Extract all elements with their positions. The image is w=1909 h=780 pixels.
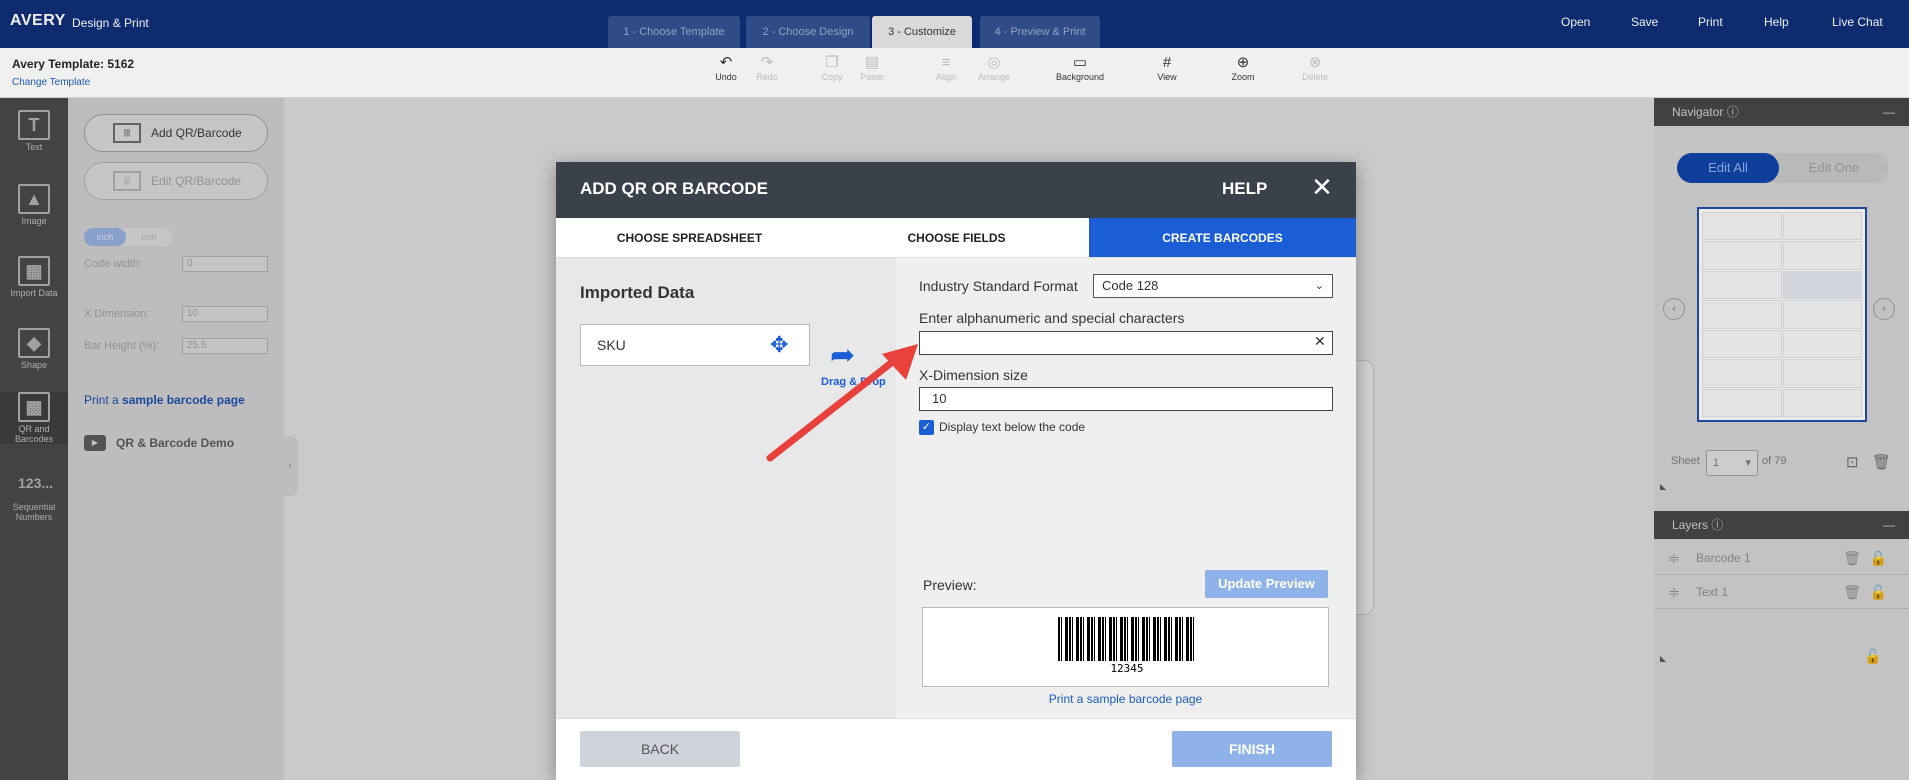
modal-help-link[interactable]: HELP [1222, 179, 1267, 199]
chevron-down-icon: ⌄ [1314, 280, 1324, 292]
preview-label: Preview: [923, 577, 977, 593]
tab-choose-spreadsheet[interactable]: CHOOSE SPREADSHEET [556, 218, 823, 258]
format-select[interactable]: Code 128 ⌄ [1093, 274, 1333, 298]
barcode-image [1058, 617, 1195, 661]
alphanumeric-label: Enter alphanumeric and special character… [919, 310, 1185, 326]
print-sample-link[interactable]: Print a sample barcode page [922, 692, 1329, 706]
close-icon[interactable]: ✕ [1308, 172, 1336, 202]
xdim-size-label: X-Dimension size [919, 367, 1028, 383]
modal-title: ADD QR OR BARCODE [580, 179, 768, 198]
barcode-text: 12345 [1110, 662, 1144, 675]
format-label: Industry Standard Format [919, 278, 1078, 294]
tab-create-barcodes[interactable]: CREATE BARCODES [1089, 218, 1356, 258]
back-button[interactable]: BACK [580, 731, 740, 767]
xdim-size-input[interactable]: 10 [919, 387, 1333, 411]
format-value: Code 128 [1102, 278, 1159, 293]
barcode-data-input[interactable] [919, 331, 1333, 355]
annotation-arrow-icon [766, 344, 918, 462]
update-preview-button[interactable]: Update Preview [1205, 570, 1328, 598]
display-text-label: Display text below the code [939, 420, 1086, 434]
finish-button[interactable]: FINISH [1172, 731, 1332, 767]
imported-data-title: Imported Data [580, 283, 695, 302]
tab-choose-fields[interactable]: CHOOSE FIELDS [823, 218, 1090, 258]
clear-icon[interactable]: ✕ [1314, 333, 1326, 350]
